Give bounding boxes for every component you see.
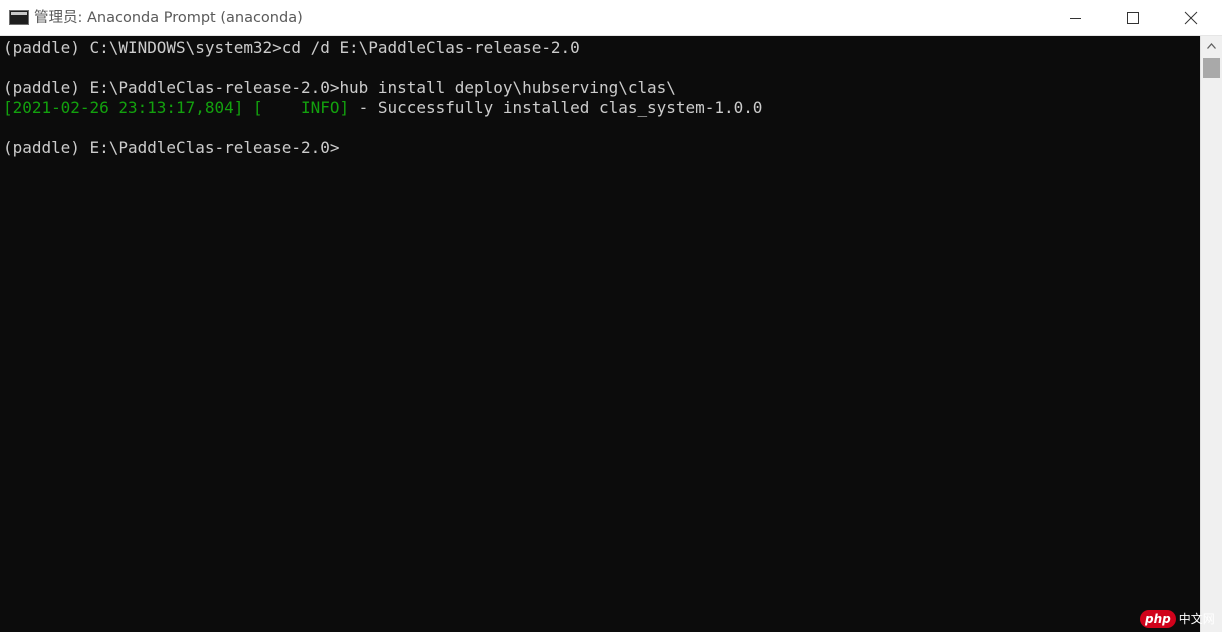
console-line: (paddle) E:\PaddleClas-release-2.0>hub i… [3,78,676,97]
maximize-button[interactable] [1104,0,1162,36]
terminal-window: 管理员: Anaconda Prompt (anaconda) (paddle)… [0,0,1222,632]
log-timestamp-level: [2021-02-26 23:13:17,804] [ INFO] [3,98,350,117]
terminal-icon[interactable] [9,10,29,25]
close-button[interactable] [1162,0,1220,36]
scroll-up-arrow-icon[interactable] [1201,36,1222,56]
console-output[interactable]: (paddle) C:\WINDOWS\system32>cd /d E:\Pa… [0,36,1200,632]
watermark: php 中文网 [1140,608,1215,630]
scrollbar-thumb[interactable] [1203,58,1220,78]
minimize-button[interactable] [1046,0,1104,36]
watermark-text: 中文网 [1178,612,1215,626]
maximize-icon [1127,12,1139,24]
minimize-icon [1070,18,1081,19]
window-title: 管理员: Anaconda Prompt (anaconda) [34,10,303,26]
log-message: - Successfully installed clas_system-1.0… [349,98,763,117]
vertical-scrollbar[interactable] [1200,36,1222,632]
console-prompt-line: (paddle) E:\PaddleClas-release-2.0> [3,138,340,157]
title-bar[interactable]: 管理员: Anaconda Prompt (anaconda) [0,0,1222,36]
console-log-line: [2021-02-26 23:13:17,804] [ INFO] - Succ… [3,98,762,118]
close-icon [1184,11,1198,25]
watermark-badge: php [1140,610,1176,628]
console-line: (paddle) C:\WINDOWS\system32>cd /d E:\Pa… [3,38,580,57]
